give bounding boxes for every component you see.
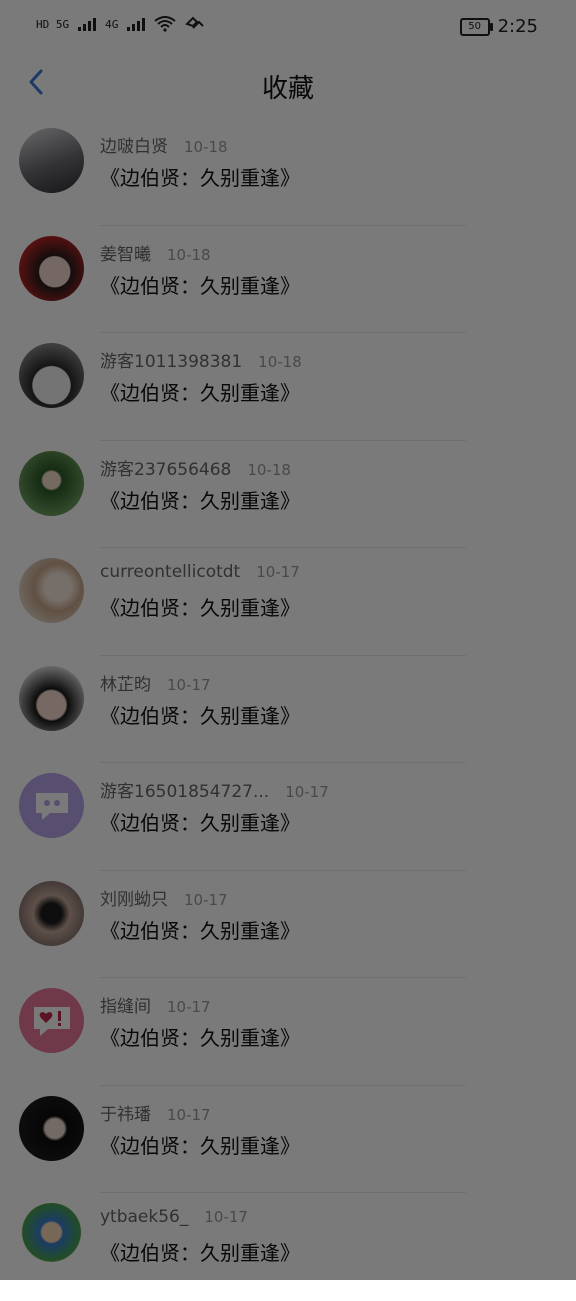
avatar[interactable]	[19, 128, 84, 193]
avatar[interactable]	[19, 880, 84, 946]
favorite-title[interactable]: 《边伯贤：久别重逢》	[100, 1130, 300, 1159]
avatar[interactable]	[19, 235, 84, 301]
user-name: 于祎璠	[100, 1104, 151, 1125]
date: 10-17	[167, 998, 211, 1016]
network-left-label: HD 5G	[36, 17, 70, 31]
battery-level: 50	[468, 21, 481, 32]
date: 10-18	[247, 460, 291, 479]
user-name: 游客1011398381	[100, 352, 243, 372]
user-name: curreontellicotdt	[100, 562, 241, 582]
favorite-title[interactable]: 《边伯贤：久别重逢》	[100, 807, 300, 836]
avatar[interactable]	[19, 1095, 84, 1161]
chat-bubble-icon	[35, 792, 68, 820]
favorites-list: 边啵白贤 10-18 《边伯贤：久别重逢》 姜智曦 10-18 《边伯贤：久别重逢》…	[0, 118, 576, 1301]
date: 10-18	[258, 353, 302, 371]
favorite-title[interactable]: 《边伯贤：久别重逢》	[100, 377, 300, 406]
user-name: 游客16501854727...	[100, 782, 270, 802]
favorite-title[interactable]: 《边伯贤：久别重逢》	[100, 485, 300, 514]
battery-icon: 50	[459, 17, 493, 36]
date: 10-17	[167, 1105, 211, 1124]
heart-bubble-icon	[33, 1006, 70, 1036]
signal-icon	[78, 18, 97, 31]
list-item[interactable]: 游客1011398381 10-18 《边伯贤：久别重逢》	[0, 333, 576, 441]
date: 10-17	[256, 563, 300, 581]
link-icon	[185, 16, 205, 29]
list-item[interactable]: 指缝间 10-17 《边伯贤：久别重逢》	[0, 978, 576, 1086]
favorite-title[interactable]: 《边伯贤：久别重逢》	[100, 700, 300, 729]
status-left: HD 5G 4G	[36, 16, 205, 32]
date: 10-18	[167, 245, 211, 264]
avatar[interactable]	[19, 773, 84, 838]
favorite-title[interactable]: 《边伯贤：久别重逢》	[100, 1237, 300, 1266]
page-title: 收藏	[261, 74, 314, 104]
list-item[interactable]: 林芷昀 10-17 《边伯贤：久别重逢》	[0, 656, 576, 763]
user-name: 边啵白贤	[100, 137, 168, 157]
list-item[interactable]: 游客16501854727... 10-17 《边伯贤：久别重逢》	[0, 763, 576, 871]
favorite-title[interactable]: 《边伯贤：久别重逢》	[100, 915, 300, 944]
list-item[interactable]: 于祎璠 10-17 《边伯贤：久别重逢》	[0, 1086, 576, 1193]
date: 10-17	[204, 1208, 248, 1226]
list-item[interactable]: curreontellicotdt 10-17 《边伯贤：久别重逢》	[0, 548, 576, 656]
signal-icon-2	[127, 18, 146, 31]
network-right-label: 4G	[105, 17, 119, 31]
list-item[interactable]: 边啵白贤 10-18 《边伯贤：久别重逢》	[0, 118, 576, 226]
list-item[interactable]: 刘刚蚴只 10-17 《边伯贤：久别重逢》	[0, 871, 576, 978]
user-name: 指缝间	[100, 997, 151, 1017]
favorite-title[interactable]: 《边伯贤：久别重逢》	[100, 1022, 300, 1051]
avatar[interactable]	[19, 988, 84, 1053]
title-bar: 收藏	[0, 46, 576, 118]
list-item[interactable]: 姜智曦 10-18 《边伯贤：久别重逢》	[0, 226, 576, 333]
avatar[interactable]	[19, 665, 84, 731]
avatar[interactable]	[19, 558, 84, 623]
user-name: 刘刚蚴只	[100, 889, 168, 910]
user-name: 游客237656468	[100, 459, 232, 480]
avatar[interactable]	[19, 1203, 84, 1268]
date: 10-17	[184, 890, 228, 909]
user-name: 林芷昀	[100, 674, 151, 695]
date: 10-17	[285, 783, 329, 801]
favorite-title[interactable]: 《边伯贤：久别重逢》	[100, 592, 300, 621]
status-right: 50 2:25	[459, 16, 538, 37]
favorite-title[interactable]: 《边伯贤：久别重逢》	[100, 270, 300, 299]
date: 10-17	[167, 675, 211, 694]
clock: 2:25	[497, 16, 538, 37]
user-name: 姜智曦	[100, 244, 151, 265]
list-item[interactable]: 游客237656468 10-18 《边伯贤：久别重逢》	[0, 441, 576, 548]
avatar[interactable]	[19, 450, 84, 516]
avatar[interactable]	[19, 343, 84, 408]
date: 10-18	[184, 138, 228, 156]
list-item[interactable]: ytbaek56_ 10-17 《边伯贤：久别重逢》	[0, 1193, 576, 1301]
favorite-title[interactable]: 《边伯贤：久别重逢》	[100, 162, 300, 191]
user-name: ytbaek56_	[100, 1207, 189, 1227]
wifi-icon	[154, 16, 176, 32]
